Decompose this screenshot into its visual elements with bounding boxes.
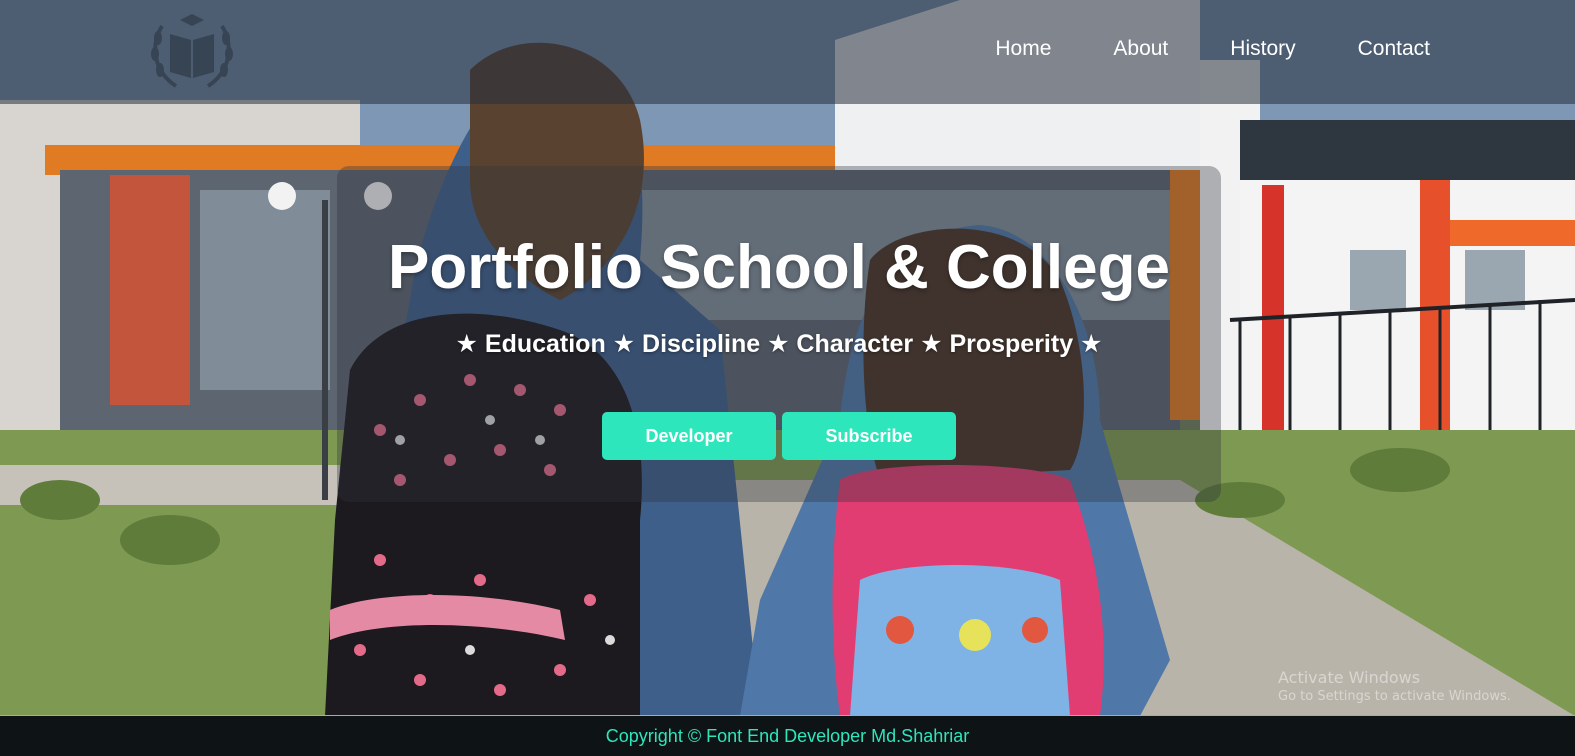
nav-home-link[interactable]: Home [995, 36, 1051, 62]
subscribe-button[interactable]: Subscribe [782, 412, 956, 460]
hero-card: Portfolio School & College ★ Education ★… [337, 166, 1221, 502]
nav-contact-link[interactable]: Contact [1358, 36, 1430, 62]
nav-about-link[interactable]: About [1113, 36, 1168, 62]
watermark-title: Activate Windows [1278, 668, 1421, 687]
hero-tagline: ★ Education ★ Discipline ★ Character ★ P… [455, 330, 1103, 358]
top-navbar: Home About History Contact [0, 0, 1575, 104]
developer-button[interactable]: Developer [602, 412, 776, 460]
footer: Copyright © Font End Developer Md.Shahri… [0, 715, 1575, 756]
watermark-subtitle: Go to Settings to activate Windows. [1278, 689, 1511, 704]
activation-watermark: Activate Windows Go to Settings to activ… [1278, 668, 1511, 706]
nav-links: Home About History Contact [933, 36, 1430, 62]
footer-copyright: Copyright © Font End Developer Md.Shahri… [605, 726, 970, 746]
hero-title: Portfolio School & College [388, 233, 1170, 302]
book-laurel-logo-icon[interactable] [146, 6, 238, 92]
nav-history-link[interactable]: History [1230, 36, 1295, 62]
hero-buttons: Developer Subscribe [337, 412, 1221, 460]
